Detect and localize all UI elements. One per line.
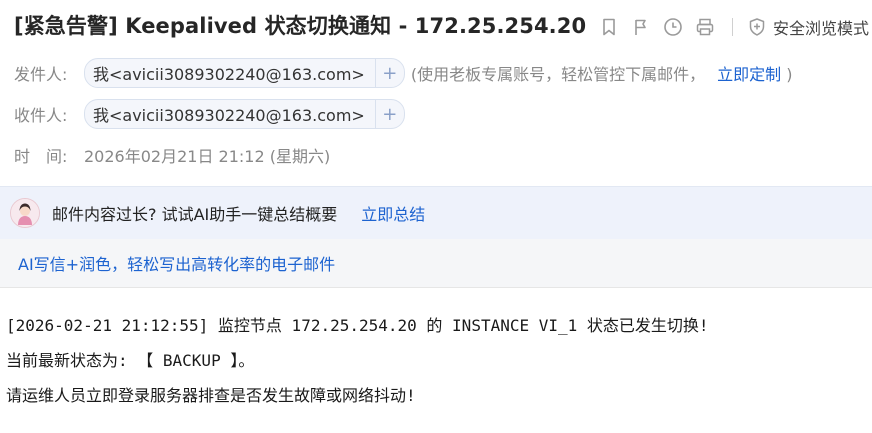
add-recipient-contact-button[interactable]: +: [374, 100, 404, 128]
sender-chip[interactable]: 我<avicii3089302240@163.com> +: [84, 58, 405, 88]
body-line: [2026-02-21 21:12:55] 监控节点 172.25.254.20…: [6, 316, 709, 335]
shield-icon: [749, 18, 765, 36]
promo-text: (使用老板专属账号，轻松管控下属邮件，: [410, 65, 706, 84]
time-label: 时 间:: [14, 147, 68, 166]
ai-write-bar: AI写信+润色，轻松写出高转化率的电子邮件: [0, 239, 872, 288]
clock-icon[interactable]: [662, 16, 684, 38]
email-subject-row: [紧急告警] Keepalived 状态切换通知 - 172.25.254.20…: [0, 0, 872, 50]
ai-summary-bar: 邮件内容过长? 试试AI助手一键总结概要 立即总结: [0, 186, 872, 240]
add-sender-contact-button[interactable]: +: [374, 59, 404, 87]
safe-browse-label: 安全浏览模式: [773, 19, 870, 38]
bookmark-icon[interactable]: [598, 16, 620, 38]
to-label: 收件人:: [14, 106, 68, 125]
to-row: 收件人: 我<avicii3089302240@163.com> +: [14, 99, 405, 129]
print-icon[interactable]: [694, 16, 716, 38]
body-line: 当前最新状态为: 【 BACKUP 】。: [6, 351, 255, 370]
sent-time: 2026年02月21日 21:12 (星期六): [84, 147, 331, 166]
body-line: 请运维人员立即登录服务器排查是否发生故障或网络抖动!: [6, 386, 416, 405]
boss-account-promo: (使用老板专属账号，轻松管控下属邮件， 立即定制 ): [411, 61, 793, 85]
ai-summary-prompt: 邮件内容过长? 试试AI助手一键总结概要: [52, 205, 338, 224]
email-subject: [紧急告警] Keepalived 状态切换通知 - 172.25.254.20: [14, 14, 587, 38]
summarize-now-link[interactable]: 立即总结: [361, 201, 425, 225]
recipient-chip[interactable]: 我<avicii3089302240@163.com> +: [84, 99, 405, 129]
ai-assistant-avatar: [10, 198, 40, 228]
sender-address: 我<avicii3089302240@163.com>: [93, 65, 365, 84]
toolbar-divider: [732, 18, 733, 36]
from-label: 发件人:: [14, 65, 68, 84]
customize-now-link[interactable]: 立即定制: [717, 65, 781, 84]
recipient-address: 我<avicii3089302240@163.com>: [93, 106, 365, 125]
safe-browse-button[interactable]: 安全浏览模式: [747, 15, 869, 39]
email-toolbar: 安全浏览模式: [598, 14, 869, 40]
ai-write-link[interactable]: AI写信+润色，轻松写出高转化率的电子邮件: [18, 251, 335, 275]
from-row: 发件人: 我<avicii3089302240@163.com> + (使用老板…: [14, 58, 792, 88]
time-row: 时 间: 2026年02月21日 21:12 (星期六): [14, 140, 330, 170]
flag-icon[interactable]: [630, 16, 652, 38]
promo-close-paren: ): [786, 65, 793, 84]
email-body: [2026-02-21 21:12:55] 监控节点 172.25.254.20…: [6, 308, 709, 413]
